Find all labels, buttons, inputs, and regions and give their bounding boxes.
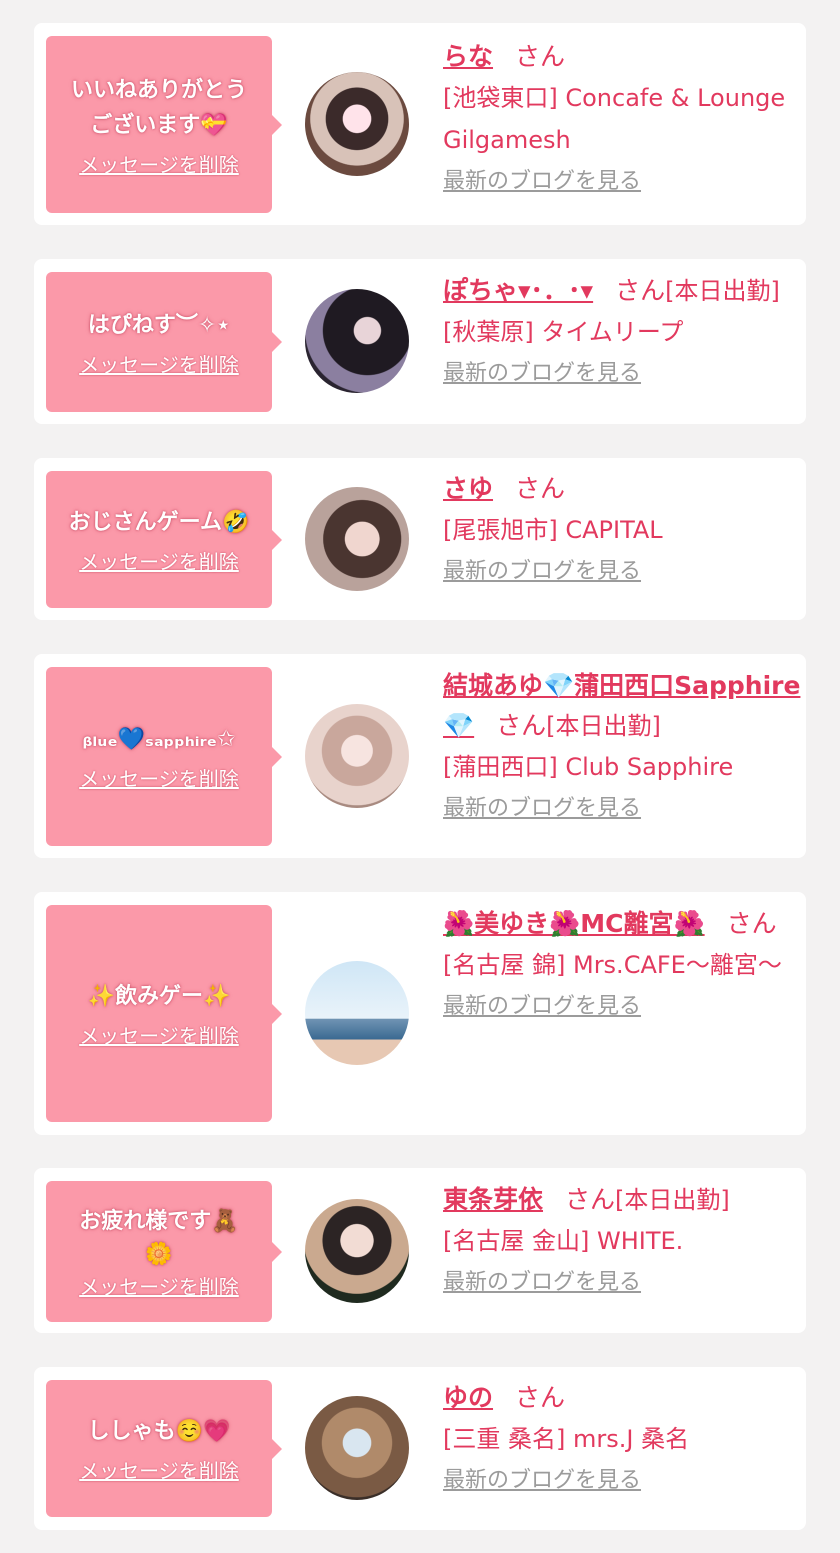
shop-name: [名古屋 金山] WHITE. [443, 1227, 684, 1255]
latest-blog-link[interactable]: 最新のブログを見る [443, 794, 641, 824]
message-card: いいねありがとう ございます💝 メッセージを削除 らな さん [池袋東口] Con… [34, 23, 806, 225]
message-bubble: ししゃも☺️💗 メッセージを削除 [46, 1380, 282, 1517]
message-card: おじさんゲーム🤣 メッセージを削除 さゆ さん [尾張旭市] CAPITAL 最新… [34, 458, 806, 620]
message-bubble: おじさんゲーム🤣 メッセージを削除 [46, 471, 282, 608]
message-card: お疲れ様です🧸 🌼 メッセージを削除 東条芽依 さん[本日出勤] [名古屋 金山]… [34, 1168, 806, 1333]
latest-blog-link[interactable]: 最新のブログを見る [443, 992, 641, 1022]
shop-name: [三重 桑名] mrs.J 桑名 [443, 1425, 690, 1453]
message-text: ししゃも☺️💗 [87, 1419, 231, 1444]
message-text: いいねありがとう ございます💝 [70, 77, 247, 138]
delete-message-link[interactable]: メッセージを削除 [79, 1024, 239, 1048]
duty-badge: [本日出勤] [665, 277, 780, 305]
latest-blog-link[interactable]: 最新のブログを見る [443, 1268, 641, 1298]
message-bubble: いいねありがとう ございます💝 メッセージを削除 [46, 36, 282, 213]
cast-name-link[interactable]: ぽちゃ▾･．･▾ [443, 276, 593, 305]
honorific: さん [515, 474, 566, 503]
honorific: さん [726, 909, 777, 938]
avatar[interactable] [305, 289, 409, 393]
cast-name-link[interactable]: ゆの [443, 1383, 493, 1412]
message-text: おじさんゲーム🤣 [68, 510, 250, 535]
avatar[interactable] [305, 1396, 409, 1500]
latest-blog-link[interactable]: 最新のブログを見る [443, 1466, 641, 1496]
honorific: さん [496, 711, 547, 740]
delete-message-link[interactable]: メッセージを削除 [79, 1459, 239, 1483]
message-card: はぴねす︶✧︎⋆ メッセージを削除 ぽちゃ▾･．･▾ さん[本日出勤] [秋葉原]… [34, 259, 806, 424]
avatar[interactable] [305, 72, 409, 176]
cast-name-link[interactable]: らな [443, 42, 493, 71]
shop-name: [尾張旭市] CAPITAL [443, 516, 663, 544]
message-bubble: ✨飲みゲー✨ メッセージを削除 [46, 905, 282, 1122]
message-card: ᵦₗᵤₑ💙ₛₐₚₚₕᵢᵣₑ✩ メッセージを削除 結城あゆ💎蒲田西口Sapphir… [34, 654, 806, 858]
delete-message-link[interactable]: メッセージを削除 [79, 550, 239, 574]
message-text: ᵦₗᵤₑ💙ₛₐₚₚₕᵢᵣₑ✩ [82, 727, 236, 752]
delete-message-link[interactable]: メッセージを削除 [79, 153, 239, 177]
honorific: さん [515, 1383, 566, 1412]
duty-badge: [本日出勤] [615, 1186, 730, 1214]
delete-message-link[interactable]: メッセージを削除 [79, 353, 239, 377]
avatar[interactable] [305, 961, 409, 1065]
cast-name-link[interactable]: 🌺美ゆき🌺MC離宮🌺 [443, 909, 705, 938]
message-card: ✨飲みゲー✨ メッセージを削除 🌺美ゆき🌺MC離宮🌺 さん [名古屋 錦] Mrs… [34, 892, 806, 1135]
shop-name: [名古屋 錦] Mrs.CAFE〜離宮〜 [443, 951, 782, 979]
message-bubble: お疲れ様です🧸 🌼 メッセージを削除 [46, 1181, 282, 1322]
delete-message-link[interactable]: メッセージを削除 [79, 1275, 239, 1299]
cast-name-link[interactable]: 東条芽依 [443, 1185, 543, 1214]
honorific: さん [565, 1185, 616, 1214]
delete-message-link[interactable]: メッセージを削除 [79, 767, 239, 791]
message-card: ししゃも☺️💗 メッセージを削除 ゆの さん [三重 桑名] mrs.J 桑名 最… [34, 1367, 806, 1530]
cast-name-link[interactable]: さゆ [443, 474, 493, 503]
latest-blog-link[interactable]: 最新のブログを見る [443, 557, 641, 587]
avatar[interactable] [305, 1199, 409, 1303]
avatar[interactable] [305, 704, 409, 808]
duty-badge: [本日出勤] [546, 712, 661, 740]
message-bubble: ᵦₗᵤₑ💙ₛₐₚₚₕᵢᵣₑ✩ メッセージを削除 [46, 667, 282, 846]
shop-name: [蒲田西口] Club Sapphire [443, 753, 734, 781]
message-text: お疲れ様です🧸 🌼 [79, 1208, 239, 1267]
avatar[interactable] [305, 487, 409, 591]
message-text: ✨飲みゲー✨ [87, 984, 231, 1009]
honorific: さん [615, 276, 666, 305]
message-bubble: はぴねす︶✧︎⋆ メッセージを削除 [46, 272, 282, 412]
honorific: さん [515, 42, 566, 71]
latest-blog-link[interactable]: 最新のブログを見る [443, 167, 641, 197]
latest-blog-link[interactable]: 最新のブログを見る [443, 359, 641, 389]
shop-name: [池袋東口] Concafe & Lounge Gilgamesh [443, 84, 786, 154]
shop-name: [秋葉原] タイムリープ [443, 318, 684, 346]
message-text: はぴねす︶✧︎⋆ [87, 312, 231, 338]
